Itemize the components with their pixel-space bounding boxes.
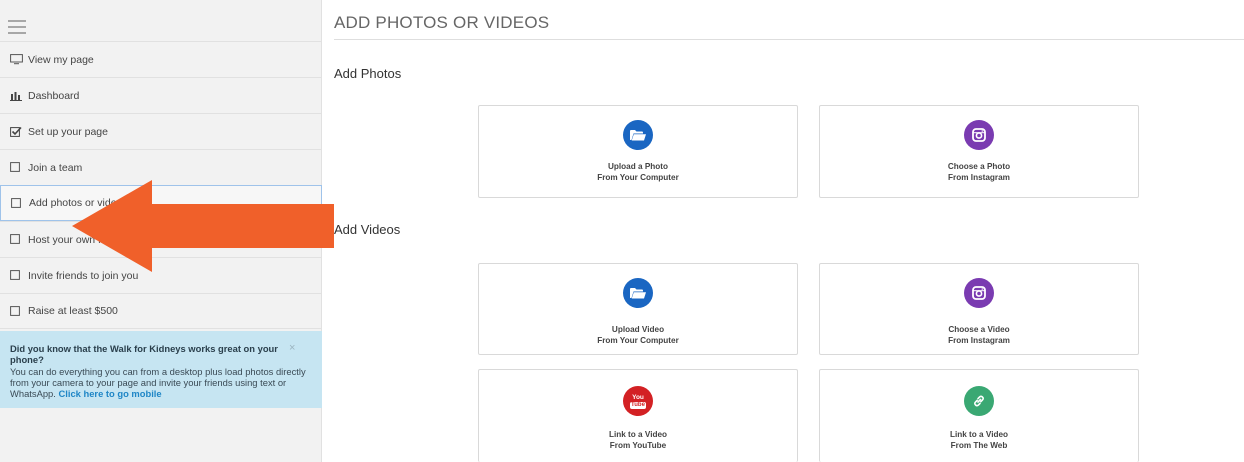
card-title: Link to a Video — [608, 430, 668, 439]
monitor-icon — [10, 54, 26, 65]
checkbox-icon — [10, 270, 26, 281]
mobile-info-banner: Did you know that the Walk for Kidneys w… — [0, 331, 322, 408]
upload-video-computer-card[interactable]: Upload Video From Your Computer — [478, 263, 798, 355]
card-subtitle: From Instagram — [948, 172, 1010, 182]
card-title: Link to a Video — [949, 430, 1009, 439]
checked-box-icon — [10, 126, 26, 137]
instagram-icon — [964, 278, 994, 308]
card-subtitle: From Instagram — [948, 335, 1010, 345]
page-title: ADD PHOTOS OR VIDEOS — [334, 13, 550, 32]
checkbox-icon — [10, 162, 26, 173]
choose-photo-instagram-card[interactable]: Choose a Photo From Instagram — [819, 105, 1139, 198]
sidebar-item-label: View my page — [28, 53, 94, 66]
choose-video-instagram-card[interactable]: Choose a Video From Instagram — [819, 263, 1139, 355]
go-mobile-link[interactable]: Click here to go mobile — [58, 388, 161, 399]
link-video-youtube-card[interactable]: You Tube Link to a Video From YouTube — [478, 369, 798, 462]
info-heading: Did you know that the Walk for Kidneys w… — [10, 343, 278, 366]
card-title: Upload a Photo — [607, 162, 669, 171]
sidebar-item-dashboard[interactable]: Dashboard — [0, 77, 322, 113]
folder-icon — [623, 278, 653, 308]
checkbox-icon — [10, 234, 26, 245]
sidebar-item-view-my-page[interactable]: View my page — [0, 41, 322, 77]
card-subtitle: From Your Computer — [597, 335, 679, 345]
card-subtitle: From The Web — [950, 440, 1008, 450]
sidebar-item-set-up-your-page[interactable]: Set up your page — [0, 113, 322, 149]
card-title: Choose a Photo — [947, 162, 1011, 171]
card-title: Choose a Video — [948, 325, 1010, 334]
folder-icon — [623, 120, 653, 150]
card-title: Upload Video — [611, 325, 665, 334]
close-icon[interactable]: × — [289, 342, 295, 354]
sidebar-item-label: Set up your page — [28, 125, 108, 138]
youtube-glyph-bottom: Tube — [630, 401, 646, 409]
orange-arrow-annotation — [72, 180, 334, 272]
sidebar-item-label: Dashboard — [28, 89, 80, 102]
hamburger-icon[interactable] — [8, 20, 26, 34]
title-divider — [334, 39, 1244, 40]
link-video-web-card[interactable]: Link to a Video From The Web — [819, 369, 1139, 462]
sidebar-item-raise-500[interactable]: Raise at least $500 — [0, 293, 322, 329]
sidebar-item-label: Raise at least $500 — [28, 305, 118, 317]
checkbox-icon — [10, 305, 26, 317]
youtube-icon: You Tube — [623, 386, 653, 416]
card-subtitle: From Your Computer — [597, 172, 679, 182]
sidebar-item-label: Join a team — [28, 161, 83, 174]
card-subtitle: From YouTube — [609, 440, 667, 450]
bar-chart-icon — [10, 91, 26, 101]
checkbox-icon — [11, 197, 27, 209]
add-photos-heading: Add Photos — [334, 66, 402, 81]
youtube-glyph-top: You — [632, 393, 644, 401]
instagram-icon — [964, 120, 994, 150]
upload-photo-computer-card[interactable]: Upload a Photo From Your Computer — [478, 105, 798, 198]
add-videos-heading: Add Videos — [334, 222, 401, 237]
link-icon — [964, 386, 994, 416]
